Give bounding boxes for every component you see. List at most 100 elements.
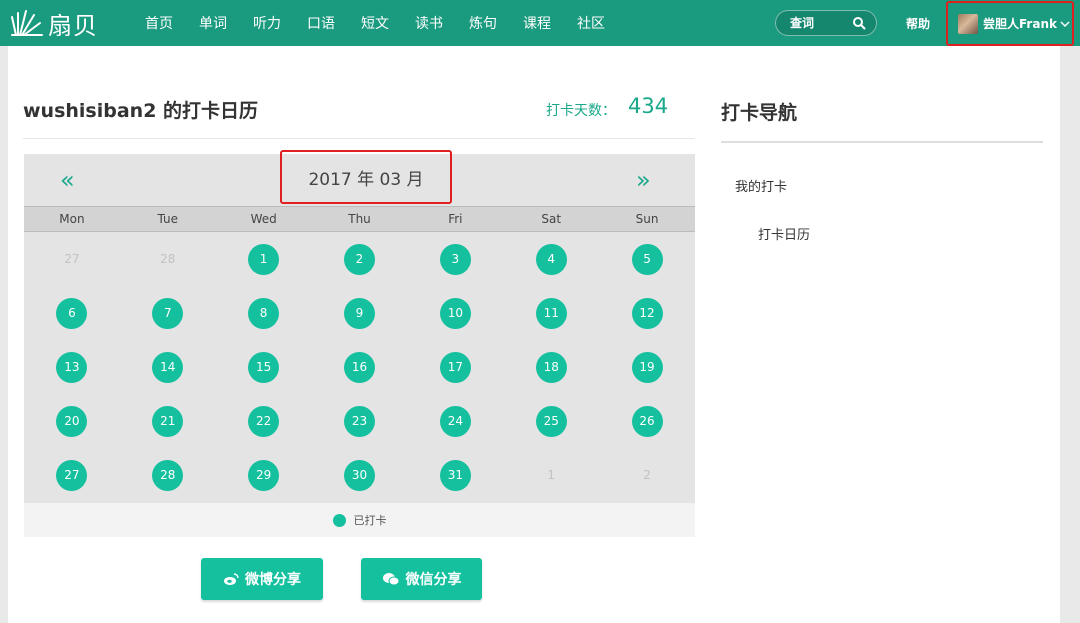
- prev-month-button[interactable]: «: [60, 166, 75, 194]
- sidebar-item-checkin-calendar[interactable]: 打卡日历: [758, 224, 810, 243]
- nav-item-community[interactable]: 社区: [564, 13, 618, 33]
- help-link[interactable]: 帮助: [906, 15, 930, 32]
- checked-day-badge[interactable]: 15: [248, 351, 280, 383]
- day-grid: 27 28 1 2 3 4 5 6 7 8 9 10 11 12 13 14 15 16 17 18 19 20 21 22 2…: [24, 232, 695, 502]
- checked-day-badge[interactable]: 5: [631, 243, 663, 275]
- checked-day-badge[interactable]: 16: [343, 351, 375, 383]
- checked-day-badge[interactable]: 11: [535, 297, 567, 329]
- nav-item-courses[interactable]: 课程: [510, 13, 564, 33]
- checked-day-badge[interactable]: 25: [535, 405, 567, 437]
- wechat-icon: [382, 573, 399, 586]
- nav-item-vocab[interactable]: 单词: [186, 13, 240, 33]
- checked-day-badge[interactable]: 10: [439, 297, 471, 329]
- checked-day-badge[interactable]: 17: [439, 351, 471, 383]
- weekday-thu: Thu: [348, 212, 371, 226]
- checked-day-badge[interactable]: 29: [248, 459, 280, 491]
- weekday-mon: Mon: [59, 212, 85, 226]
- calendar-day: 10: [407, 286, 503, 340]
- calendar-day: 6: [24, 286, 120, 340]
- checked-day-badge[interactable]: 26: [631, 405, 663, 437]
- day-number: 2: [643, 468, 651, 482]
- search-icon[interactable]: [852, 16, 866, 30]
- nav-item-sentences[interactable]: 炼句: [456, 13, 510, 33]
- checked-day-badge[interactable]: 8: [248, 297, 280, 329]
- calendar-day: 31: [407, 448, 503, 502]
- calendar-day: 19: [599, 340, 695, 394]
- calendar-day: 15: [216, 340, 312, 394]
- calendar-day: 2: [599, 448, 695, 502]
- word-search: [775, 10, 877, 36]
- checked-day-badge[interactable]: 21: [152, 405, 184, 437]
- page-edge: [1060, 46, 1080, 623]
- next-month-button[interactable]: »: [636, 166, 651, 194]
- checked-day-badge[interactable]: 4: [535, 243, 567, 275]
- sidebar-divider: [721, 141, 1043, 143]
- nav-item-books[interactable]: 读书: [402, 13, 456, 33]
- checked-day-badge[interactable]: 30: [343, 459, 375, 491]
- calendar-day: 27: [24, 448, 120, 502]
- calendar-day: 12: [599, 286, 695, 340]
- day-number: 1: [547, 468, 556, 482]
- checked-day-badge[interactable]: 7: [152, 297, 184, 329]
- checked-day-badge[interactable]: 22: [248, 405, 280, 437]
- calendar-day: 21: [120, 394, 216, 448]
- brand-logo[interactable]: 扇贝: [8, 4, 98, 42]
- calendar-day: 14: [120, 340, 216, 394]
- wechat-share-button[interactable]: 微信分享: [361, 558, 482, 600]
- wechat-share-label: 微信分享: [405, 572, 462, 588]
- day-number: 28: [160, 252, 176, 266]
- checked-day-badge[interactable]: 20: [56, 405, 88, 437]
- sidebar-item-my-checkin[interactable]: 我的打卡: [735, 176, 787, 195]
- checked-day-badge[interactable]: 27: [56, 459, 88, 491]
- nav-item-reading[interactable]: 短文: [348, 13, 402, 33]
- calendar-day: 23: [312, 394, 408, 448]
- weibo-share-button[interactable]: 微博分享: [201, 558, 323, 600]
- month-highlight: 2017 年 03 月: [280, 150, 452, 204]
- day-number: 27: [64, 252, 80, 266]
- weekday-sun: Sun: [635, 212, 659, 226]
- avatar: [958, 13, 978, 34]
- calendar-day: 22: [216, 394, 312, 448]
- checked-day-badge[interactable]: 2: [343, 243, 375, 275]
- checked-day-badge[interactable]: 12: [631, 297, 663, 329]
- calendar-day: 26: [599, 394, 695, 448]
- user-menu[interactable]: 尝胆人Frank: [946, 1, 1074, 46]
- calendar-day: 11: [503, 286, 599, 340]
- checked-day-badge[interactable]: 24: [439, 405, 471, 437]
- checked-day-badge[interactable]: 19: [631, 351, 663, 383]
- calendar-day: 18: [503, 340, 599, 394]
- main-nav: 首页 单词 听力 口语 短文 读书 炼句 课程 社区: [132, 0, 618, 46]
- nav-item-speaking[interactable]: 口语: [294, 13, 348, 33]
- legend: 已打卡: [24, 503, 695, 537]
- chevron-down-icon: [1060, 20, 1070, 27]
- checked-day-badge[interactable]: 6: [56, 297, 88, 329]
- search-input[interactable]: [776, 16, 846, 30]
- calendar-day: 1: [216, 232, 312, 286]
- calendar-day: 30: [312, 448, 408, 502]
- checked-day-badge[interactable]: 1: [248, 243, 280, 275]
- checked-day-badge[interactable]: 18: [535, 351, 567, 383]
- nav-item-home[interactable]: 首页: [132, 13, 186, 33]
- calendar-day: 7: [120, 286, 216, 340]
- calendar-day: 3: [407, 232, 503, 286]
- calendar-day: 28: [120, 232, 216, 286]
- checked-day-badge[interactable]: 14: [152, 351, 184, 383]
- checked-day-badge[interactable]: 13: [56, 351, 88, 383]
- sidebar-title: 打卡导航: [721, 102, 798, 124]
- checked-day-badge[interactable]: 23: [343, 405, 375, 437]
- checked-day-badge[interactable]: 31: [439, 459, 471, 491]
- legend-label: 已打卡: [353, 514, 387, 527]
- shell-logo-icon: [11, 10, 43, 36]
- checked-day-badge[interactable]: 28: [152, 459, 184, 491]
- calendar-day: 9: [312, 286, 408, 340]
- nav-item-listening[interactable]: 听力: [240, 13, 294, 33]
- weekday-wed: Wed: [250, 212, 277, 226]
- month-header: « 2017 年 03 月 »: [24, 150, 695, 206]
- calendar-day: 8: [216, 286, 312, 340]
- checked-legend-dot: [332, 513, 346, 527]
- checked-day-badge[interactable]: 9: [343, 297, 375, 329]
- checked-day-badge[interactable]: 3: [439, 243, 471, 275]
- weekday-fri: Fri: [448, 212, 463, 226]
- calendar-day: 1: [503, 448, 599, 502]
- divider: [23, 138, 695, 139]
